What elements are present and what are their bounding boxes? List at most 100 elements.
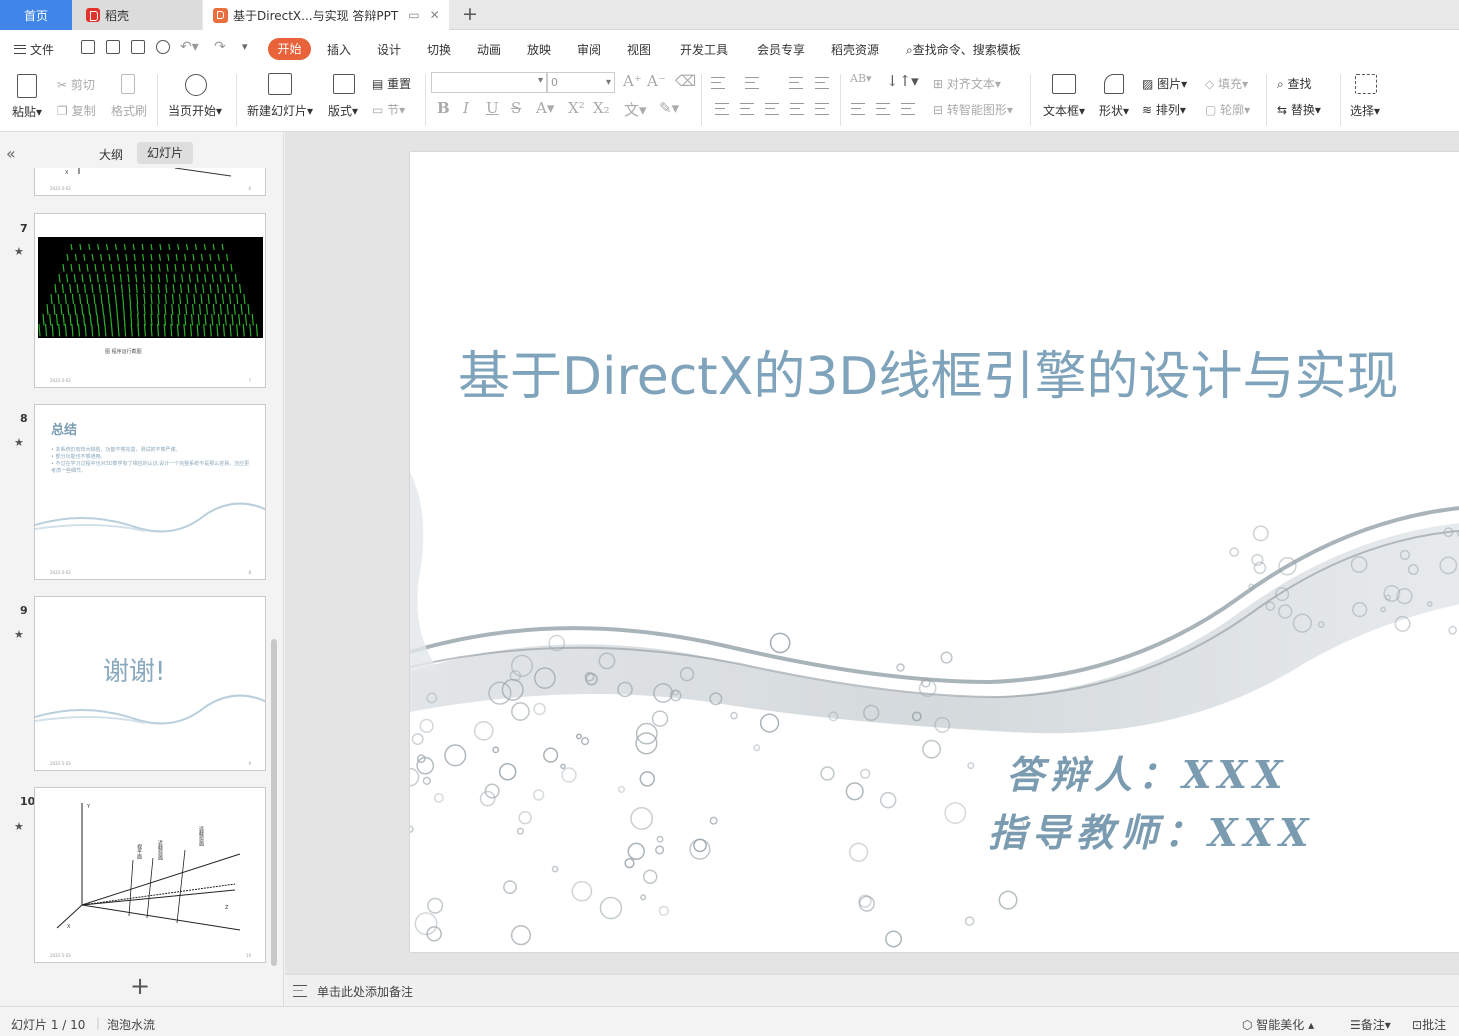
slide-thumb-9[interactable]: 谢谢! 2022-5-03 9 <box>34 596 266 771</box>
command-search[interactable]: ⌕查找命令、搜索模板 <box>906 41 1021 58</box>
picture-button[interactable]: ▨ 图片▾ <box>1142 75 1187 92</box>
justify-icon[interactable] <box>790 103 804 115</box>
subscript-icon[interactable]: X₂ <box>593 99 610 117</box>
line-spacing-icon[interactable]: ↓↑▾ <box>886 72 919 90</box>
slide-thumb-7[interactable]: 图 程序运行截图 2022-5-03 7 <box>34 213 266 388</box>
current-slide[interactable]: 基于DirectX的3D线框引擎的设计与实现 答辩人：XXX 指导教师：XXX <box>410 152 1459 952</box>
menu-member[interactable]: 会员专享 <box>757 41 805 58</box>
menu-view[interactable]: 视图 <box>627 41 651 58</box>
distribute-icon[interactable] <box>815 103 829 115</box>
clear-format-icon[interactable]: ⌫ <box>675 72 696 90</box>
bold-icon[interactable]: B <box>437 99 450 117</box>
smartart-icon: ⊟ <box>933 103 947 117</box>
copy-button[interactable]: ❐ 复制 <box>57 102 96 119</box>
add-slide-button[interactable]: + <box>130 972 150 1000</box>
replace-button[interactable]: ⇆ 替换▾ <box>1277 101 1321 118</box>
tab-slides[interactable]: 幻灯片 <box>137 142 193 164</box>
decrease-indent-icon[interactable] <box>789 77 803 89</box>
align-text-button[interactable]: ⊞ 对齐文本▾ <box>933 75 1001 92</box>
reset-button[interactable]: ▤ 重置 <box>372 75 411 92</box>
tab-document[interactable]: 基于DirectX...与实现 答辩PPT ▭ ✕ <box>203 0 449 30</box>
text-direction-icon[interactable]: AB▾ <box>850 72 872 85</box>
menu-file[interactable]: 文件 <box>14 41 54 58</box>
menu-review[interactable]: 审阅 <box>577 41 601 58</box>
tab-close-icon[interactable]: ✕ <box>430 8 440 22</box>
notes-toggle-button[interactable]: ☰备注▾ <box>1350 1016 1391 1033</box>
new-tab-button[interactable]: + <box>462 3 478 25</box>
undo-icon[interactable]: ↶▾ <box>180 39 199 55</box>
italic-icon[interactable]: I <box>463 99 469 117</box>
arrange-button[interactable]: ≋ 排列▾ <box>1142 101 1186 118</box>
redo-icon[interactable]: ↷ <box>214 39 226 55</box>
decrease-font-icon[interactable]: A⁻ <box>647 72 666 90</box>
menu-slideshow[interactable]: 放映 <box>527 41 551 58</box>
menu-transition[interactable]: 切换 <box>427 41 451 58</box>
new-slide-button[interactable]: 新建幻灯片▾ <box>247 102 313 119</box>
strikethrough-icon[interactable]: S <box>511 99 521 117</box>
menu-animation[interactable]: 动画 <box>477 41 501 58</box>
tab-daoke[interactable]: 稻壳 <box>72 0 202 30</box>
notes-placeholder[interactable]: 单击此处添加备注 <box>317 983 413 1000</box>
slide-thumb-6[interactable]: X 2022-5-03 6 <box>34 168 266 196</box>
superscript-icon[interactable]: X² <box>568 99 585 117</box>
outline-button[interactable]: ▢ 轮廓▾ <box>1205 101 1250 118</box>
presenter-name[interactable]: 答辩人：XXX <box>1006 744 1288 799</box>
align-center-icon[interactable] <box>740 103 754 115</box>
numbering-icon[interactable] <box>745 77 759 89</box>
thumb-footer-date: 2022-5-03 <box>50 570 71 575</box>
quick-access-more-icon[interactable]: ▾ <box>242 40 248 53</box>
align-left-icon[interactable] <box>715 103 729 115</box>
export-pdf-icon[interactable] <box>106 40 120 54</box>
menu-design[interactable]: 设计 <box>377 41 401 58</box>
paragraph-spacing-icon[interactable] <box>851 103 865 115</box>
underline-icon[interactable]: U <box>486 99 499 117</box>
shape-button[interactable]: 形状▾ <box>1099 102 1129 119</box>
smartart-button[interactable]: ⊟ 转智能图形▾ <box>933 101 1013 118</box>
divider <box>157 74 158 126</box>
slide-title[interactable]: 基于DirectX的3D线框引擎的设计与实现 <box>458 334 1398 409</box>
cut-button[interactable]: ✂ 剪切 <box>57 76 95 93</box>
tab-outline[interactable]: 大纲 <box>99 146 123 163</box>
slide-thumb-8[interactable]: 总结 • 本系统仍有较大缺陷，功能不够完善，测试的不够严谨。 • 部分功能也不够… <box>34 404 266 580</box>
paste-icon[interactable] <box>17 74 37 98</box>
section-button[interactable]: ▭ 节▾ <box>372 101 405 118</box>
format-painter-button[interactable]: 格式刷 <box>111 102 147 119</box>
print-icon[interactable] <box>131 40 145 54</box>
increase-font-icon[interactable]: A⁺ <box>623 72 642 90</box>
font-name-select[interactable]: ▾ <box>431 72 547 93</box>
increase-indent-icon[interactable] <box>815 77 829 89</box>
menu-start[interactable]: 开始 <box>268 38 311 60</box>
slide-thumb-10[interactable]: Y X Z 视平面 近截剪面 远截剪面 2022-5-03 10 <box>34 787 266 963</box>
tab-home[interactable]: 首页 <box>0 0 72 30</box>
find-button[interactable]: ⌕ 查找 <box>1277 75 1312 92</box>
textbox-button[interactable]: 文本框▾ <box>1043 102 1085 119</box>
advisor-name[interactable]: 指导教师：XXX <box>988 802 1314 857</box>
menu-daoke-resources[interactable]: 稻壳资源 <box>831 41 879 58</box>
print-preview-icon[interactable] <box>156 40 170 54</box>
save-icon[interactable] <box>81 40 95 54</box>
panel-scrollbar[interactable] <box>271 639 277 966</box>
play-from-current-button[interactable]: 当页开始▾ <box>168 102 222 119</box>
chevron-down-icon: ▾ <box>605 77 611 88</box>
notes-bar[interactable]: 单击此处添加备注 <box>285 974 1459 1006</box>
menu-insert[interactable]: 插入 <box>327 41 351 58</box>
comments-button[interactable]: ⊡批注 <box>1412 1016 1446 1033</box>
font-color-icon[interactable]: A▾ <box>536 99 554 117</box>
align-right-icon[interactable] <box>765 103 779 115</box>
smart-beautify-button[interactable]: ⬡ 智能美化 ▴ <box>1242 1016 1314 1033</box>
highlight-icon[interactable]: ✎▾ <box>659 99 679 117</box>
bullets-icon[interactable] <box>711 77 725 89</box>
tab-window-icon[interactable]: ▭ <box>408 8 419 22</box>
select-button[interactable]: 选择▾ <box>1350 102 1380 119</box>
menu-developer[interactable]: 开发工具 <box>680 41 728 58</box>
theme-name[interactable]: 泡泡水流 <box>107 1016 155 1033</box>
phonetic-icon[interactable]: 文▾ <box>624 99 647 120</box>
column-icon[interactable] <box>876 103 890 115</box>
collapse-panel-icon[interactable]: « <box>6 144 16 163</box>
fill-button[interactable]: ◇ 填充▾ <box>1205 75 1248 92</box>
find-label: 查找 <box>1287 77 1312 91</box>
text-spacing-icon[interactable] <box>901 103 915 115</box>
layout-button[interactable]: 版式▾ <box>328 102 358 119</box>
paste-button[interactable]: 粘贴▾ <box>12 103 42 120</box>
font-size-select[interactable]: 0 ▾ <box>547 72 615 93</box>
